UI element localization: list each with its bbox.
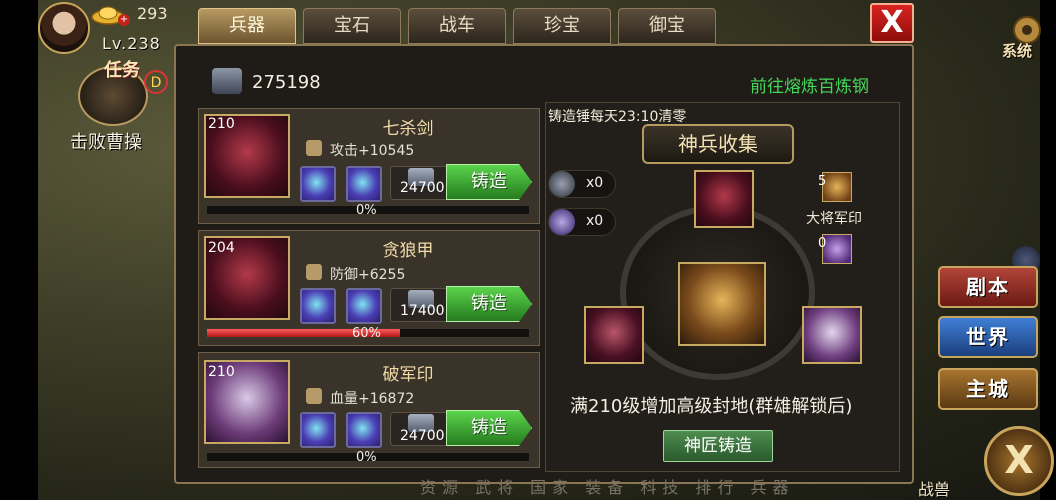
forge-progress-label: 60% (352, 326, 381, 341)
gem-slot-icon[interactable] (300, 166, 336, 202)
item-level: 210 (208, 116, 235, 132)
gem-slot-icon[interactable] (300, 412, 336, 448)
hammer-count: x0 (586, 213, 604, 229)
gold-amount: 293 (137, 4, 168, 23)
close-panel-button[interactable]: X (870, 3, 914, 43)
task-badge: D (144, 70, 168, 94)
forge-button[interactable]: 铸造 (446, 410, 532, 446)
gem-slot-icon[interactable] (346, 412, 382, 448)
steel-icon (212, 68, 242, 94)
master-forge-button[interactable]: 神匠铸造 (663, 430, 773, 462)
bottom-nav-faded: 资源 武将 国家 装备 科技 排行 兵器 (420, 478, 795, 497)
goto-smelt-link[interactable]: 前往熔炼百炼钢 (750, 72, 869, 97)
item-stat: 攻击+10545 (330, 143, 415, 159)
side-button-city[interactable]: 主城 (938, 368, 1038, 410)
close-menu-button[interactable]: X (984, 426, 1054, 496)
right-letterbox (1040, 0, 1056, 500)
item-stat: 防御+6255 (330, 267, 406, 283)
defense-icon (306, 264, 322, 280)
item-stat: 血量+16872 (330, 391, 415, 407)
tab-chariots[interactable]: 战车 (408, 8, 506, 44)
purple-hammer-icon (549, 209, 575, 235)
task-label: 击败曹操 (70, 132, 142, 153)
collection-slot-sword[interactable] (694, 170, 754, 228)
collection-bonus-text: 满210级增加高级封地(群雄解锁后) (570, 396, 853, 417)
reward-label: 大将军印 (806, 211, 862, 227)
player-level: Lv.238 (102, 34, 161, 53)
tab-weapons[interactable]: 兵器 (198, 8, 296, 44)
task-title: 任务 (104, 60, 140, 81)
reward-count: 5 (818, 174, 827, 189)
hammer-count: x0 (586, 175, 604, 191)
steel-amount: 275198 (252, 72, 321, 93)
gem-slot-icon[interactable] (346, 166, 382, 202)
system-label: 系统 (1002, 42, 1033, 60)
health-icon (306, 388, 322, 404)
attack-icon (306, 140, 322, 156)
collection-slot-armor[interactable] (584, 306, 644, 364)
collection-slot-seal[interactable] (802, 306, 862, 364)
reward-count: 0 (818, 236, 827, 251)
item-level: 210 (208, 364, 235, 380)
beast-label[interactable]: 战兽 (918, 476, 950, 500)
tab-treasures[interactable]: 珍宝 (513, 8, 611, 44)
forge-button[interactable]: 铸造 (446, 164, 532, 200)
tab-royal-treasures[interactable]: 御宝 (618, 8, 716, 44)
collection-title: 神兵收集 (642, 124, 794, 164)
gem-slot-icon[interactable] (300, 288, 336, 324)
left-letterbox (0, 0, 38, 500)
general-seal-center-item[interactable] (678, 262, 766, 346)
item-name: 破军印 (382, 365, 434, 385)
hammer-reward-icon[interactable] (822, 234, 852, 264)
add-gold-button[interactable]: + (118, 14, 130, 26)
side-button-world[interactable]: 世界 (938, 316, 1038, 358)
tab-gems[interactable]: 宝石 (303, 8, 401, 44)
hammer-reset-text: 铸造锤每天23:10清零 (548, 109, 687, 125)
item-name: 七杀剑 (382, 119, 434, 139)
side-button-campaign[interactable]: 剧本 (938, 266, 1038, 308)
gem-slot-icon[interactable] (346, 288, 382, 324)
player-avatar[interactable] (38, 2, 90, 54)
general-seal-reward-icon[interactable] (822, 172, 852, 202)
forge-cost-value: 24700 (400, 180, 445, 196)
forge-button[interactable]: 铸造 (446, 286, 532, 322)
forge-progress-label: 0% (356, 450, 377, 465)
forge-cost-value: 24700 (400, 428, 445, 444)
iron-hammer-icon (549, 171, 575, 197)
forge-progress-label: 0% (356, 203, 377, 218)
item-level: 204 (208, 240, 235, 256)
item-name: 贪狼甲 (382, 241, 434, 261)
forge-cost-value: 17400 (400, 303, 445, 319)
